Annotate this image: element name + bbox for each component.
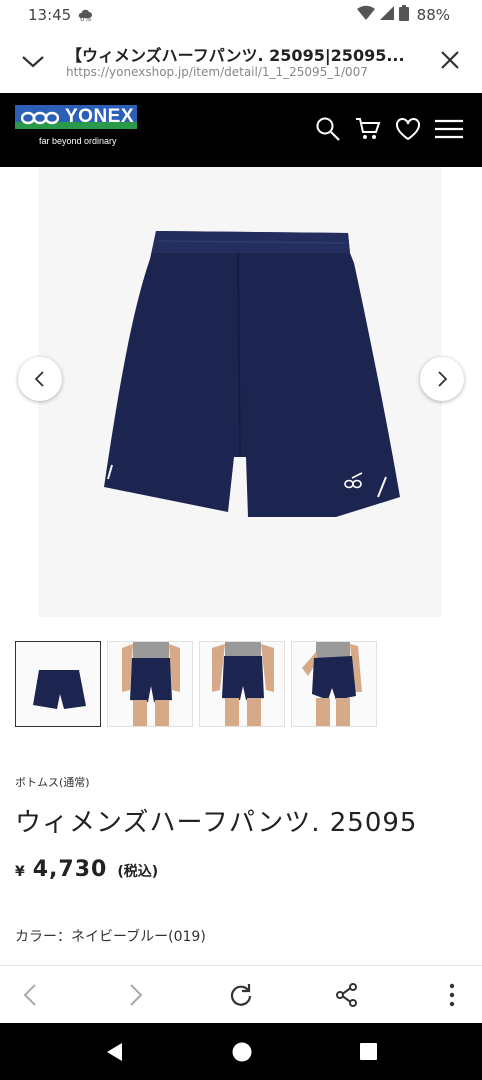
product-name: ウィメンズハーフパンツ. 25095 [15, 808, 418, 838]
nav-recents-icon[interactable] [358, 1041, 380, 1063]
product-price: ¥ 4,730 (税込) [15, 857, 158, 882]
status-bar: 13:45 0% 88% [0, 0, 482, 30]
browser-toolbar [0, 965, 482, 1023]
system-nav-bar [0, 1023, 482, 1080]
wifi-icon [356, 5, 375, 25]
back-icon[interactable] [18, 982, 44, 1008]
battery-icon [398, 5, 409, 25]
cart-icon[interactable] [354, 115, 382, 143]
menu-icon[interactable] [434, 115, 463, 143]
reload-icon[interactable] [228, 982, 254, 1008]
price-amount: 4,730 [32, 857, 108, 882]
more-options-icon[interactable] [442, 982, 468, 1008]
product-main-image[interactable] [38, 167, 442, 617]
search-icon[interactable] [314, 115, 342, 143]
forward-icon[interactable] [122, 982, 148, 1008]
thumbnail-2[interactable] [107, 641, 193, 727]
price-tax-note: (税込) [117, 864, 159, 880]
thumbnail-1[interactable] [15, 641, 101, 727]
data-saver-text: 0% [80, 15, 92, 23]
custom-tab-bar: 【ウィメンズハーフパンツ. 25095|25095... https://yon… [0, 30, 482, 93]
product-gallery [0, 167, 482, 617]
yonex-mark-icon [21, 111, 59, 125]
data-saver-icon: 0% [77, 4, 93, 23]
thumbnail-4[interactable] [291, 641, 377, 727]
status-time: 13:45 [28, 6, 72, 24]
close-icon[interactable] [438, 48, 462, 72]
yonex-logo[interactable]: YONEX far beyond ordinary [15, 105, 137, 149]
battery-percent: 88% [416, 6, 450, 24]
nav-home-icon[interactable] [231, 1041, 253, 1063]
price-currency: ¥ [15, 864, 25, 880]
gallery-prev-button[interactable] [18, 357, 62, 401]
product-color: カラー：ネイビーブルー(019) [15, 929, 206, 945]
brand-name: YONEX [65, 106, 135, 127]
heart-icon[interactable] [394, 115, 422, 143]
chevron-left-icon [34, 371, 44, 387]
site-header: YONEX far beyond ordinary [0, 93, 482, 167]
brand-tagline: far beyond ordinary [39, 136, 117, 146]
page-url[interactable]: https://yonexshop.jp/item/detail/1_1_250… [66, 65, 368, 79]
chevron-right-icon [438, 371, 448, 387]
page-title: 【ウィメンズハーフパンツ. 25095|25095... [66, 46, 405, 65]
thumbnail-strip [15, 641, 377, 727]
minimize-chevron-icon[interactable] [20, 48, 46, 74]
gallery-next-button[interactable] [420, 357, 464, 401]
nav-back-icon[interactable] [104, 1041, 126, 1063]
signal-icon [379, 5, 395, 25]
share-icon[interactable] [334, 982, 360, 1008]
thumbnail-3[interactable] [199, 641, 285, 727]
product-category: ボトムス(通常) [15, 776, 90, 789]
